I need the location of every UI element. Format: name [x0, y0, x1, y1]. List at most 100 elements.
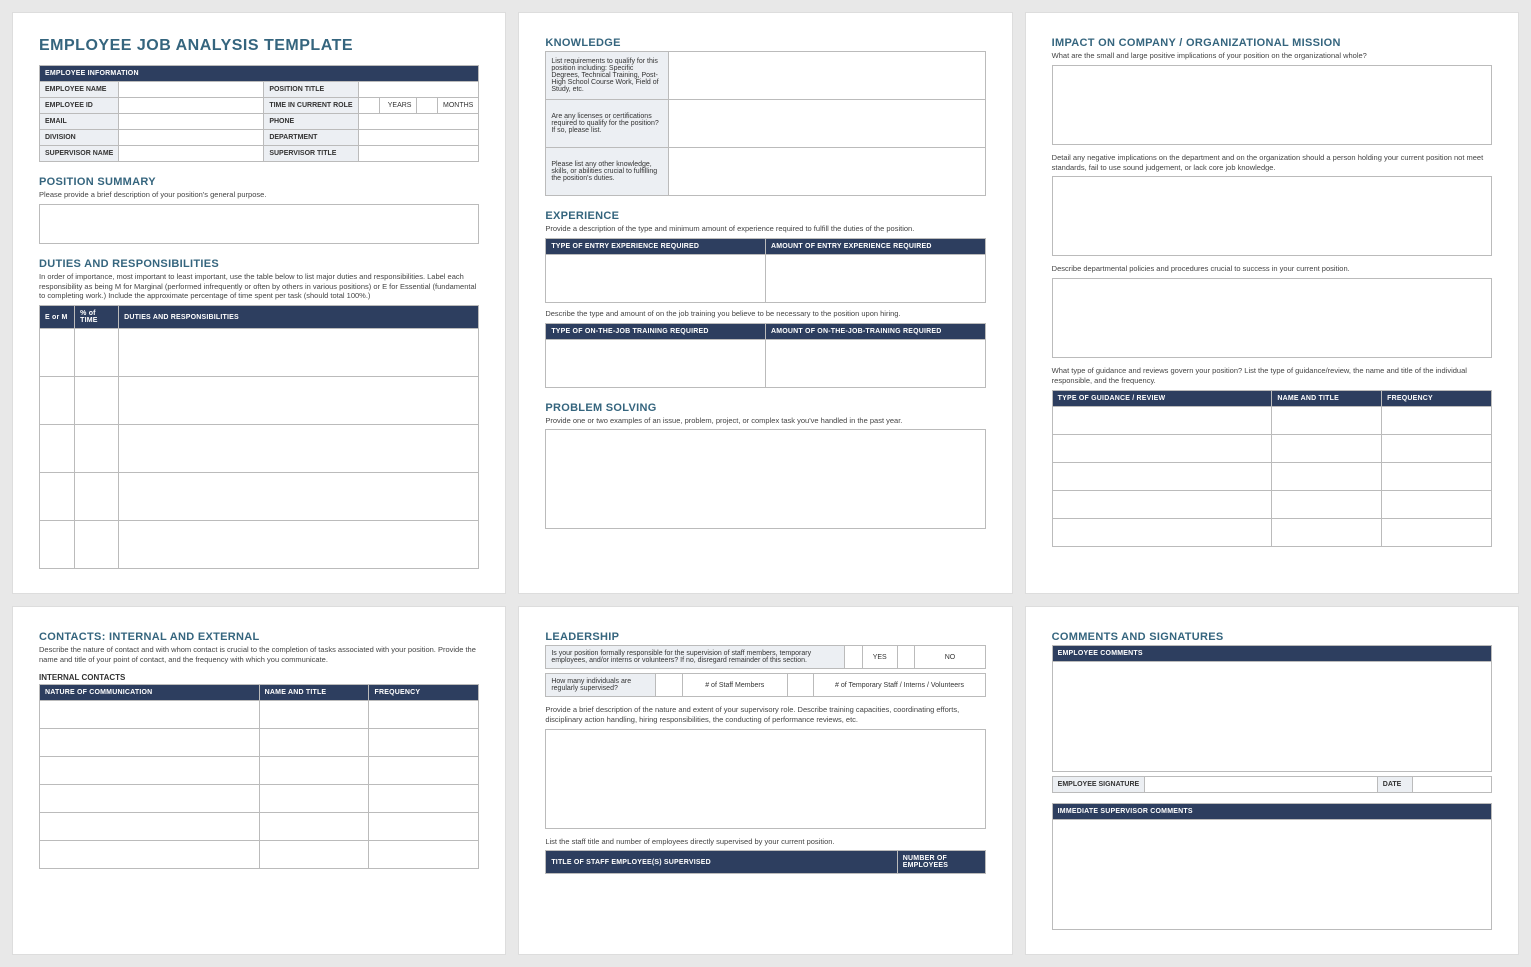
exp-table2: TYPE OF ON-THE-JOB TRAINING REQUIRED AMO…: [545, 323, 985, 388]
impact-title: IMPACT ON COMPANY / ORGANIZATIONAL MISSI…: [1052, 37, 1492, 49]
leadership-title: LEADERSHIP: [545, 631, 985, 643]
impact-box1[interactable]: [1052, 65, 1492, 145]
emp-info-header: EMPLOYEE INFORMATION: [40, 66, 479, 82]
yes-checkbox[interactable]: [845, 646, 863, 669]
input-phone[interactable]: [358, 114, 479, 130]
exp-t1c1: TYPE OF ENTRY EXPERIENCE REQUIRED: [546, 238, 766, 254]
problem-title: PROBLEM SOLVING: [545, 402, 985, 414]
input-emp-id[interactable]: [119, 98, 264, 114]
knowledge-q3: Please list any other knowledge, skills,…: [546, 148, 669, 196]
page-4: CONTACTS: INTERNAL AND EXTERNAL Describe…: [12, 606, 506, 955]
duties-col3: DUTIES AND RESPONSIBILITIES: [119, 306, 479, 329]
no-label: NO: [915, 646, 985, 669]
label-sup-name: SUPERVISOR NAME: [40, 146, 119, 162]
emp-comments-header: EMPLOYEE COMMENTS: [1052, 646, 1491, 662]
label-phone: PHONE: [264, 114, 358, 130]
input-sup-title[interactable]: [358, 146, 479, 162]
label-emp-id: EMPLOYEE ID: [40, 98, 119, 114]
label-pos-title: POSITION TITLE: [264, 82, 358, 98]
internal-contacts-sub: INTERNAL CONTACTS: [39, 673, 479, 682]
contacts-title: CONTACTS: INTERNAL AND EXTERNAL: [39, 631, 479, 643]
date-box[interactable]: [1412, 777, 1491, 793]
emp-sig-box[interactable]: [1145, 777, 1378, 793]
guidance-c2: NAME AND TITLE: [1272, 390, 1382, 406]
label-time-role: TIME IN CURRENT ROLE: [264, 98, 358, 114]
emp-comments-box[interactable]: [1052, 662, 1491, 772]
knowledge-table: List requirements to qualify for this po…: [545, 51, 985, 196]
input-emp-name[interactable]: [119, 82, 264, 98]
impact-box2[interactable]: [1052, 176, 1492, 256]
impact-q3: Describe departmental policies and proce…: [1052, 264, 1492, 274]
duties-col2: % of TIME: [75, 306, 119, 329]
guidance-c3: FREQUENCY: [1382, 390, 1492, 406]
date-label: DATE: [1377, 777, 1412, 793]
sup-tc2: NUMBER OF EMPLOYEES: [897, 851, 985, 874]
page-1: EMPLOYEE JOB ANALYSIS TEMPLATE EMPLOYEE …: [12, 12, 506, 594]
page-3: IMPACT ON COMPANY / ORGANIZATIONAL MISSI…: [1025, 12, 1519, 594]
leadership-q2: How many individuals are regularly super…: [546, 674, 656, 697]
problem-desc: Provide one or two examples of an issue,…: [545, 416, 985, 426]
leadership-count-table: How many individuals are regularly super…: [545, 673, 985, 697]
label-emp-name: EMPLOYEE NAME: [40, 82, 119, 98]
page-5: LEADERSHIP Is your position formally res…: [518, 606, 1012, 955]
duties-desc: In order of importance, most important t…: [39, 272, 479, 301]
no-checkbox[interactable]: [897, 646, 915, 669]
guidance-c1: TYPE OF GUIDANCE / REVIEW: [1052, 390, 1272, 406]
impact-q1: What are the small and large positive im…: [1052, 51, 1492, 61]
page-2: KNOWLEDGE List requirements to qualify f…: [518, 12, 1012, 594]
sup-comments-box[interactable]: [1052, 820, 1491, 930]
input-months[interactable]: [417, 98, 438, 113]
label-division: DIVISION: [40, 130, 119, 146]
yes-label: YES: [862, 646, 897, 669]
problem-box[interactable]: [545, 429, 985, 529]
emp-sig-label: EMPLOYEE SIGNATURE: [1052, 777, 1145, 793]
pos-summary-desc: Please provide a brief description of yo…: [39, 190, 479, 200]
contacts-c2: NAME AND TITLE: [259, 684, 369, 700]
label-months: MONTHS: [437, 98, 478, 113]
contacts-c3: FREQUENCY: [369, 684, 479, 700]
sup-comments-table: IMMEDIATE SUPERVISOR COMMENTS: [1052, 803, 1492, 930]
temp-count[interactable]: [787, 674, 813, 697]
exp-t2c2: AMOUNT OF ON-THE-JOB-TRAINING REQUIRED: [765, 323, 985, 339]
exp-table1: TYPE OF ENTRY EXPERIENCE REQUIRED AMOUNT…: [545, 238, 985, 303]
pos-summary-title: POSITION SUMMARY: [39, 176, 479, 188]
guidance-table: TYPE OF GUIDANCE / REVIEW NAME AND TITLE…: [1052, 390, 1492, 547]
sup-comments-header: IMMEDIATE SUPERVISOR COMMENTS: [1052, 804, 1491, 820]
duties-table: E or M % of TIME DUTIES AND RESPONSIBILI…: [39, 305, 479, 569]
knowledge-title: KNOWLEDGE: [545, 37, 985, 49]
leadership-box[interactable]: [545, 729, 985, 829]
template-grid: EMPLOYEE JOB ANALYSIS TEMPLATE EMPLOYEE …: [0, 0, 1531, 967]
label-years: YEARS: [379, 98, 417, 113]
knowledge-q1: List requirements to qualify for this po…: [546, 52, 669, 100]
impact-q2: Detail any negative implications on the …: [1052, 153, 1492, 173]
input-years[interactable]: [359, 98, 379, 113]
input-dept[interactable]: [358, 130, 479, 146]
duties-col1: E or M: [40, 306, 75, 329]
knowledge-q2: Are any licenses or certifications requi…: [546, 100, 669, 148]
exp-t1c2: AMOUNT OF ENTRY EXPERIENCE REQUIRED: [765, 238, 985, 254]
input-sup-name[interactable]: [119, 146, 264, 162]
main-title: EMPLOYEE JOB ANALYSIS TEMPLATE: [39, 37, 479, 55]
experience-title: EXPERIENCE: [545, 210, 985, 222]
emp-comments-table: EMPLOYEE COMMENTS: [1052, 645, 1492, 772]
page-6: COMMENTS AND SIGNATURES EMPLOYEE COMMENT…: [1025, 606, 1519, 955]
pos-summary-box[interactable]: [39, 204, 479, 244]
emp-sig-table: EMPLOYEE SIGNATURE DATE: [1052, 776, 1492, 793]
leadership-q-table: Is your position formally responsible fo…: [545, 645, 985, 669]
input-pos-title[interactable]: [358, 82, 479, 98]
temp-label: # of Temporary Staff / Interns / Volunte…: [814, 674, 985, 697]
exp-desc1: Provide a description of the type and mi…: [545, 224, 985, 234]
leadership-q1: Is your position formally responsible fo…: [546, 646, 845, 669]
input-division[interactable]: [119, 130, 264, 146]
label-dept: DEPARTMENT: [264, 130, 358, 146]
impact-box3[interactable]: [1052, 278, 1492, 358]
leadership-desc: Provide a brief description of the natur…: [545, 705, 985, 725]
staff-count[interactable]: [656, 674, 682, 697]
supervised-table: TITLE OF STAFF EMPLOYEE(S) SUPERVISED NU…: [545, 850, 985, 874]
impact-q4: What type of guidance and reviews govern…: [1052, 366, 1492, 386]
comments-title: COMMENTS AND SIGNATURES: [1052, 631, 1492, 643]
contacts-desc: Describe the nature of contact and with …: [39, 645, 479, 665]
input-email[interactable]: [119, 114, 264, 130]
sup-tc1: TITLE OF STAFF EMPLOYEE(S) SUPERVISED: [546, 851, 897, 874]
exp-t2c1: TYPE OF ON-THE-JOB TRAINING REQUIRED: [546, 323, 766, 339]
